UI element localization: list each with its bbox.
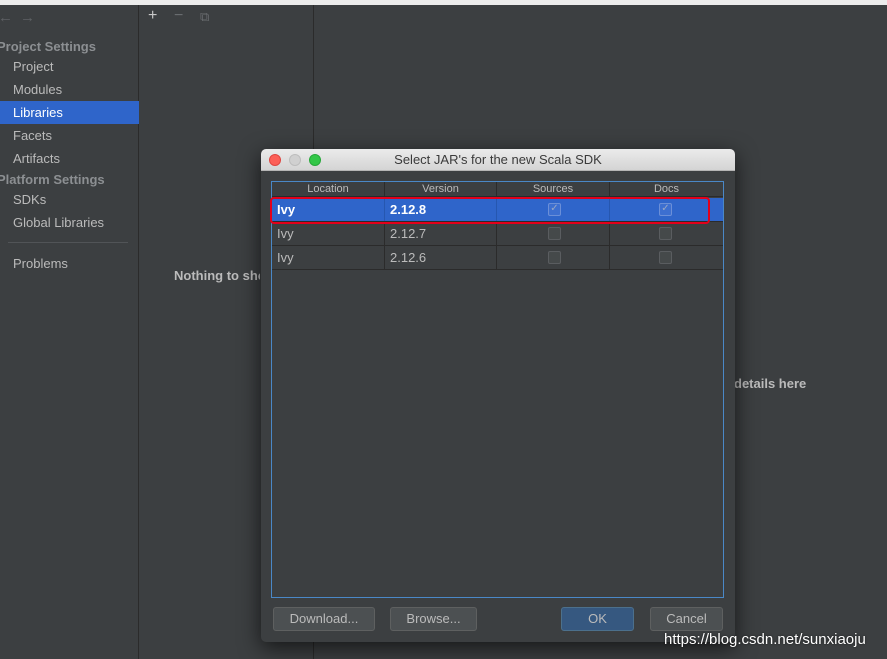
sources-cell <box>497 222 610 245</box>
checkmark-icon: ✓ <box>550 203 559 214</box>
docs-cell <box>610 246 723 269</box>
close-window-icon[interactable] <box>269 154 281 166</box>
column-header-location[interactable]: Location <box>272 182 385 197</box>
sources-checkbox[interactable] <box>548 227 561 240</box>
minimize-window-icon <box>289 154 301 166</box>
sidebar-item-libraries[interactable]: Libraries <box>0 101 139 124</box>
dialog-title: Select JAR's for the new Scala SDK <box>394 152 602 167</box>
platform-settings-header: Platform Settings <box>0 172 105 187</box>
docs-cell: ✓ <box>610 198 723 221</box>
table-row[interactable]: Ivy 2.12.6 <box>272 246 723 270</box>
location-cell: Ivy <box>272 198 385 221</box>
docs-checkbox[interactable] <box>659 251 672 264</box>
project-settings-header: Project Settings <box>0 39 96 54</box>
column-header-version[interactable]: Version <box>385 182 497 197</box>
version-cell: 2.12.7 <box>385 222 497 245</box>
forward-arrow-icon[interactable]: → <box>20 9 35 26</box>
empty-libraries-text: Nothing to show <box>174 268 260 283</box>
dialog-titlebar: Select JAR's for the new Scala SDK <box>261 149 735 171</box>
sidebar-item-problems[interactable]: Problems <box>0 252 139 275</box>
location-cell: Ivy <box>272 222 385 245</box>
column-header-sources[interactable]: Sources <box>497 182 610 197</box>
ok-button[interactable]: OK <box>561 607 634 631</box>
version-cell: 2.12.6 <box>385 246 497 269</box>
sidebar-divider <box>8 242 128 243</box>
sources-cell <box>497 246 610 269</box>
browse-button[interactable]: Browse... <box>390 607 477 631</box>
version-cell: 2.12.8 <box>385 198 497 221</box>
checkmark-icon: ✓ <box>661 203 670 214</box>
watermark: https://blog.csdn.net/sunxiaoju <box>664 631 866 648</box>
location-cell: Ivy <box>272 246 385 269</box>
back-arrow-icon[interactable]: ← <box>0 9 13 26</box>
sidebar-item-modules[interactable]: Modules <box>0 78 139 101</box>
cancel-button[interactable]: Cancel <box>650 607 723 631</box>
docs-checkbox[interactable] <box>659 227 672 240</box>
maximize-window-icon[interactable] <box>309 154 321 166</box>
sources-cell: ✓ <box>497 198 610 221</box>
table-row[interactable]: Ivy 2.12.7 <box>272 222 723 246</box>
select-jars-dialog: Select JAR's for the new Scala SDK Locat… <box>261 149 735 642</box>
jars-table: Location Version Sources Docs Ivy 2.12.8… <box>271 181 724 598</box>
download-button[interactable]: Download... <box>273 607 375 631</box>
docs-cell <box>610 222 723 245</box>
remove-icon[interactable]: − <box>174 7 183 25</box>
sources-checkbox[interactable]: ✓ <box>548 203 561 216</box>
sources-checkbox[interactable] <box>548 251 561 264</box>
sidebar-item-facets[interactable]: Facets <box>0 124 139 147</box>
table-row[interactable]: Ivy 2.12.8 ✓ ✓ <box>272 198 723 222</box>
sidebar-item-sdks[interactable]: SDKs <box>0 188 139 211</box>
sidebar-item-global-libraries[interactable]: Global Libraries <box>0 211 139 234</box>
table-header: Location Version Sources Docs <box>272 182 723 197</box>
sidebar-item-artifacts[interactable]: Artifacts <box>0 147 139 170</box>
settings-sidebar: ← → Project Settings Project Modules Lib… <box>0 5 139 659</box>
column-header-docs[interactable]: Docs <box>610 182 723 197</box>
add-icon[interactable]: + <box>148 7 157 25</box>
copy-icon[interactable]: ⧉ <box>200 8 209 26</box>
docs-checkbox[interactable]: ✓ <box>659 203 672 216</box>
details-hint-text: details here <box>734 376 807 391</box>
sidebar-item-project[interactable]: Project <box>0 55 139 78</box>
